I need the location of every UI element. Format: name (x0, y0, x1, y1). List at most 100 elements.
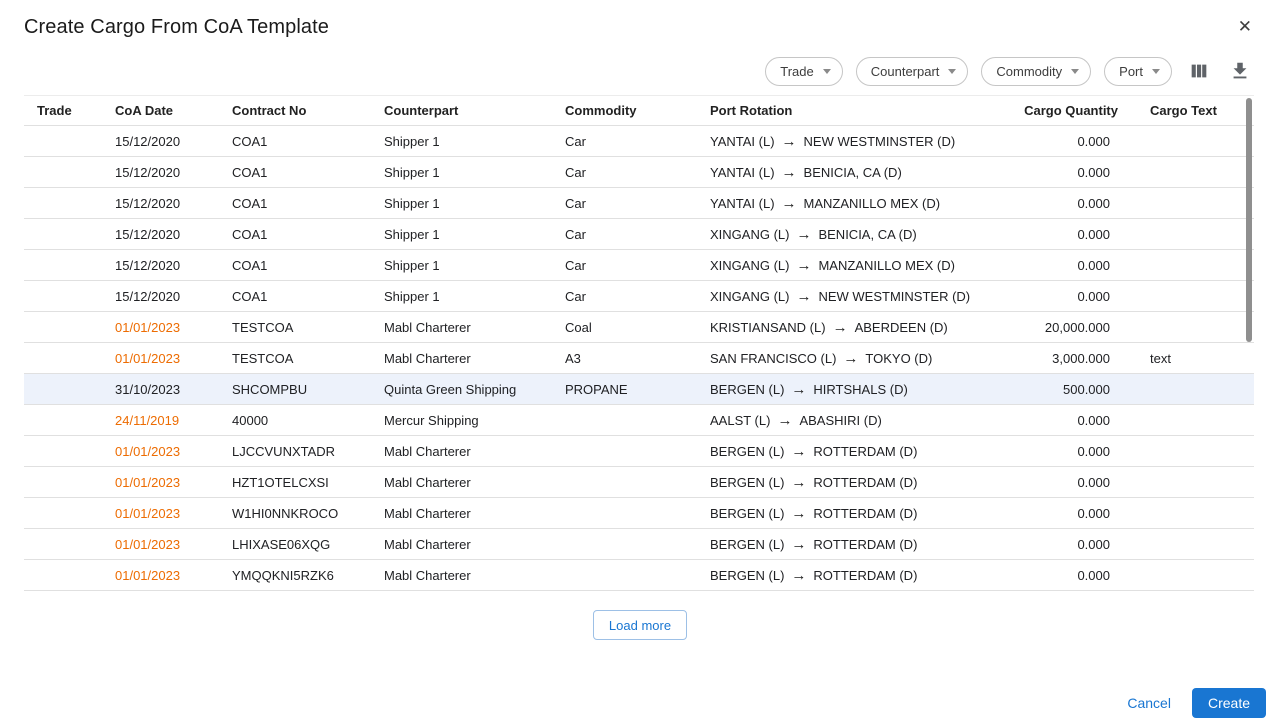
cell-contract-no: YMQQKNI5RZK6 (219, 568, 371, 583)
discharge-port: ROTTERDAM (D) (813, 537, 917, 552)
discharge-port: BENICIA, CA (D) (804, 165, 902, 180)
cell-coa-date: 01/01/2023 (102, 320, 219, 335)
cell-contract-no: COA1 (219, 289, 371, 304)
cell-cargo-quantity: 0.000 (1022, 196, 1118, 211)
table-row[interactable]: 01/01/2023 LHIXASE06XQG Mabl Charterer B… (24, 529, 1254, 560)
cell-cargo-quantity: 0.000 (1022, 506, 1118, 521)
arrow-right-icon: → (843, 351, 858, 366)
cell-cargo-quantity: 0.000 (1022, 227, 1118, 242)
cell-coa-date: 01/01/2023 (102, 568, 219, 583)
filter-trade-label: Trade (780, 64, 813, 79)
table-row[interactable]: 01/01/2023 LJCCVUNXTADR Mabl Charterer B… (24, 436, 1254, 467)
arrow-right-icon: → (791, 568, 806, 583)
create-button[interactable]: Create (1192, 688, 1266, 718)
cell-coa-date: 01/01/2023 (102, 444, 219, 459)
table-row[interactable]: 01/01/2023 W1HI0NNKROCO Mabl Charterer B… (24, 498, 1254, 529)
arrow-right-icon: → (782, 134, 797, 149)
cell-port-rotation: YANTAI (L) → NEW WESTMINSTER (D) (697, 134, 1022, 149)
table-row[interactable]: 15/12/2020 COA1 Shipper 1 Car XINGANG (L… (24, 281, 1254, 312)
cell-coa-date: 15/12/2020 (102, 165, 219, 180)
cell-cargo-quantity: 0.000 (1022, 444, 1118, 459)
load-port: YANTAI (L) (710, 196, 775, 211)
table-row[interactable]: 01/01/2023 HZT1OTELCXSI Mabl Charterer B… (24, 467, 1254, 498)
cell-counterpart: Shipper 1 (371, 227, 552, 242)
load-port: BERGEN (L) (710, 568, 784, 583)
load-port: BERGEN (L) (710, 506, 784, 521)
cell-contract-no: COA1 (219, 196, 371, 211)
discharge-port: ROTTERDAM (D) (813, 475, 917, 490)
load-port: BERGEN (L) (710, 444, 784, 459)
column-header-commodity: Commodity (552, 103, 697, 118)
filter-port-label: Port (1119, 64, 1143, 79)
discharge-port: MANZANILLO MEX (D) (804, 196, 941, 211)
cell-cargo-quantity: 0.000 (1022, 258, 1118, 273)
chevron-down-icon (1071, 69, 1079, 74)
cell-counterpart: Shipper 1 (371, 258, 552, 273)
cell-port-rotation: BERGEN (L) → ROTTERDAM (D) (697, 537, 1022, 552)
cell-counterpart: Mabl Charterer (371, 351, 552, 366)
download-icon[interactable] (1226, 57, 1254, 85)
cell-counterpart: Shipper 1 (371, 196, 552, 211)
cell-counterpart: Mabl Charterer (371, 537, 552, 552)
column-header-cargo-text: Cargo Text (1118, 103, 1254, 118)
arrow-right-icon: → (791, 506, 806, 521)
load-more-button[interactable]: Load more (593, 610, 687, 640)
cell-commodity: Car (552, 196, 697, 211)
table-row[interactable]: 15/12/2020 COA1 Shipper 1 Car YANTAI (L)… (24, 188, 1254, 219)
filter-counterpart-label: Counterpart (871, 64, 940, 79)
arrow-right-icon: → (782, 196, 797, 211)
cell-commodity: Car (552, 165, 697, 180)
cell-cargo-quantity: 3,000.000 (1022, 351, 1118, 366)
cell-counterpart: Mabl Charterer (371, 444, 552, 459)
discharge-port: ROTTERDAM (D) (813, 568, 917, 583)
table-row[interactable]: 15/12/2020 COA1 Shipper 1 Car XINGANG (L… (24, 219, 1254, 250)
filter-counterpart-dropdown[interactable]: Counterpart (856, 57, 969, 86)
filter-port-dropdown[interactable]: Port (1104, 57, 1172, 86)
arrow-right-icon: → (791, 382, 806, 397)
table-row[interactable]: 15/12/2020 COA1 Shipper 1 Car YANTAI (L)… (24, 157, 1254, 188)
arrow-right-icon: → (791, 475, 806, 490)
cell-coa-date: 31/10/2023 (102, 382, 219, 397)
cancel-button[interactable]: Cancel (1115, 689, 1183, 717)
table-row[interactable]: 15/12/2020 COA1 Shipper 1 Car YANTAI (L)… (24, 126, 1254, 157)
discharge-port: ABASHIRI (D) (799, 413, 881, 428)
arrow-right-icon: → (796, 258, 811, 273)
cell-contract-no: SHCOMPBU (219, 382, 371, 397)
column-header-port-rotation: Port Rotation (697, 103, 1022, 118)
cell-commodity: Car (552, 258, 697, 273)
table-row[interactable]: 31/10/2023 SHCOMPBU Quinta Green Shippin… (24, 374, 1254, 405)
table-row[interactable]: 15/12/2020 COA1 Shipper 1 Car XINGANG (L… (24, 250, 1254, 281)
column-header-counterpart: Counterpart (371, 103, 552, 118)
filter-trade-dropdown[interactable]: Trade (765, 57, 842, 86)
dialog-actions: Cancel Create (1115, 688, 1266, 718)
table-row[interactable]: 01/01/2023 TESTCOA Mabl Charterer Coal K… (24, 312, 1254, 343)
cell-contract-no: W1HI0NNKROCO (219, 506, 371, 521)
vertical-scrollbar[interactable] (1246, 98, 1252, 342)
column-header-contract-no: Contract No (219, 103, 371, 118)
cell-counterpart: Mabl Charterer (371, 568, 552, 583)
cell-port-rotation: BERGEN (L) → ROTTERDAM (D) (697, 568, 1022, 583)
cell-cargo-quantity: 500.000 (1022, 382, 1118, 397)
cell-port-rotation: XINGANG (L) → MANZANILLO MEX (D) (697, 258, 1022, 273)
discharge-port: BENICIA, CA (D) (818, 227, 916, 242)
discharge-port: TOKYO (D) (865, 351, 932, 366)
cell-commodity: PROPANE (552, 382, 697, 397)
column-settings-icon[interactable] (1185, 57, 1213, 85)
cell-cargo-quantity: 0.000 (1022, 475, 1118, 490)
cell-commodity: A3 (552, 351, 697, 366)
discharge-port: ABERDEEN (D) (855, 320, 948, 335)
chevron-down-icon (948, 69, 956, 74)
filter-commodity-dropdown[interactable]: Commodity (981, 57, 1091, 86)
load-port: AALST (L) (710, 413, 770, 428)
table-row[interactable]: 01/01/2023 YMQQKNI5RZK6 Mabl Charterer B… (24, 560, 1254, 591)
cell-contract-no: TESTCOA (219, 351, 371, 366)
table-row[interactable]: 24/11/2019 40000 Mercur Shipping AALST (… (24, 405, 1254, 436)
cell-counterpart: Mercur Shipping (371, 413, 552, 428)
cell-port-rotation: XINGANG (L) → BENICIA, CA (D) (697, 227, 1022, 242)
cell-contract-no: COA1 (219, 258, 371, 273)
table-row[interactable]: 01/01/2023 TESTCOA Mabl Charterer A3 SAN… (24, 343, 1254, 374)
close-icon[interactable]: ✕ (1234, 13, 1256, 40)
cell-port-rotation: YANTAI (L) → MANZANILLO MEX (D) (697, 196, 1022, 211)
cell-contract-no: COA1 (219, 165, 371, 180)
load-more-container: Load more (0, 610, 1280, 640)
